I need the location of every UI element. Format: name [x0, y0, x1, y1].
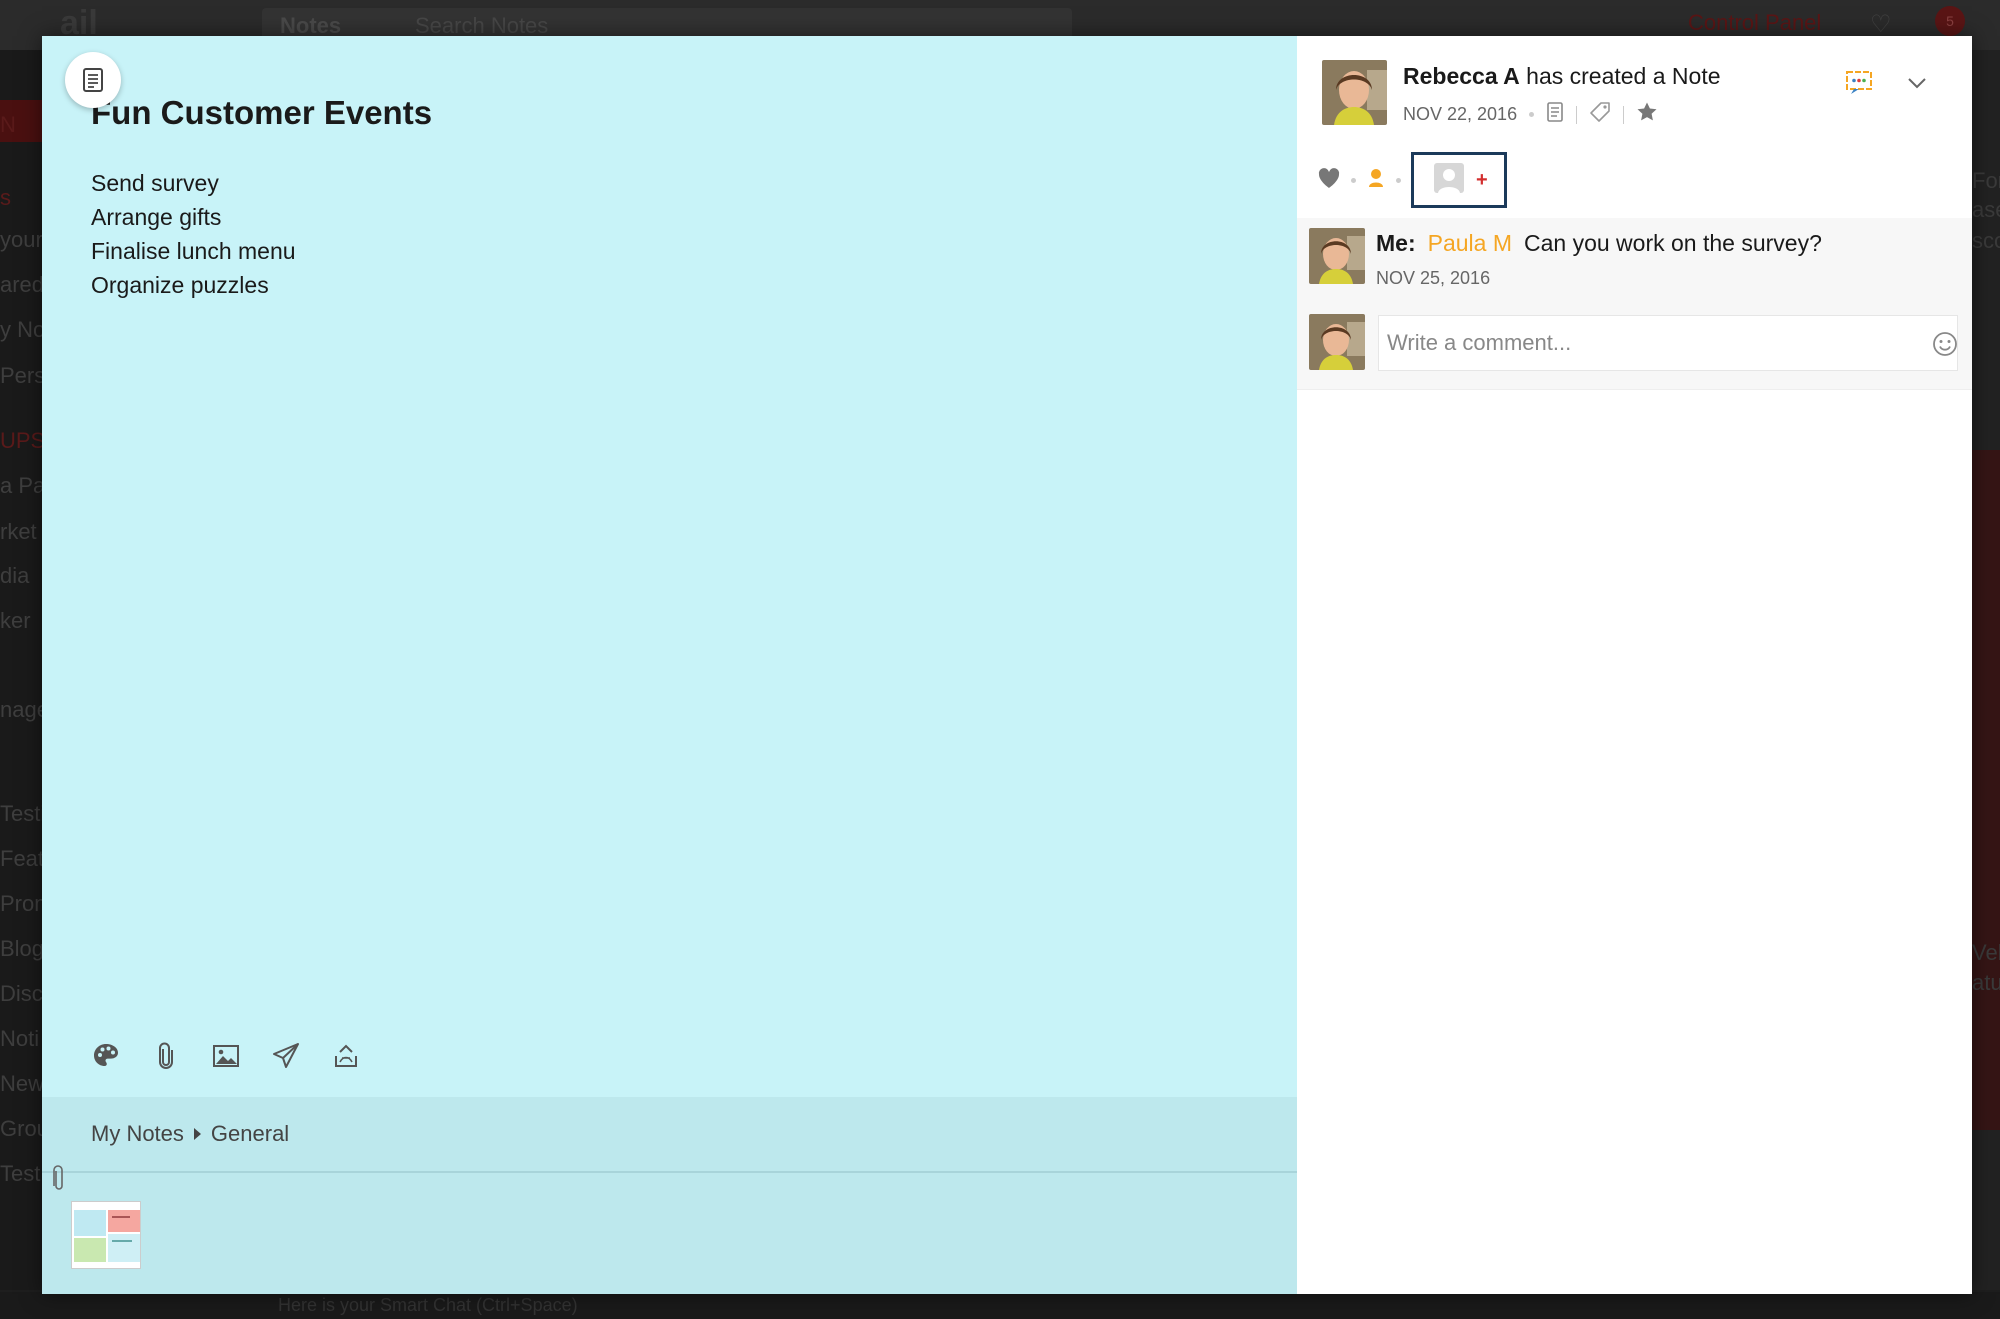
background-sidebar-item: New	[0, 1071, 42, 1096]
attach-icon[interactable]	[151, 1041, 181, 1071]
user-placeholder-icon	[1434, 162, 1464, 198]
background-sidebar-item: s	[0, 185, 11, 210]
background-right-text: atu	[1972, 970, 2000, 995]
separator-dot	[1351, 177, 1356, 183]
emoji-icon[interactable]	[1932, 331, 1958, 362]
background-sidebar-item: ker	[0, 608, 31, 633]
background-bottom-bar: Here is your Smart Chat (Ctrl+Space)	[0, 1292, 2000, 1319]
mention-link[interactable]: Paula M	[1428, 230, 1512, 256]
comment-author: Me:	[1376, 230, 1416, 256]
chat-share-icon[interactable]	[1845, 70, 1873, 101]
separator-dot	[1529, 112, 1535, 117]
background-sidebar-item: youri	[0, 227, 42, 252]
activity-actions: +	[1317, 152, 1507, 208]
separator-bar	[1576, 105, 1578, 124]
activity-title: Rebecca A has created a Note	[1403, 63, 1721, 90]
background-sidebar-item: UPS	[0, 428, 42, 453]
heart-icon: ♡	[1870, 11, 1892, 38]
background-sidebar-item: Blog	[0, 936, 42, 961]
star-icon[interactable]	[1636, 101, 1658, 128]
add-assignee-button[interactable]: +	[1411, 152, 1507, 208]
background-sidebar-item: Testi	[0, 801, 42, 826]
note-type-icon	[65, 52, 121, 108]
note-line[interactable]: Organize puzzles	[91, 268, 296, 302]
caret-right-icon	[193, 1128, 201, 1140]
background-sidebar-item: dia	[0, 563, 30, 588]
comment-body: Can you work on the survey?	[1524, 230, 1822, 256]
comment-composer	[1297, 302, 1972, 390]
tag-icon[interactable]	[1589, 101, 1611, 128]
background-sidebar-item: Prom	[0, 891, 42, 916]
background-sidebar-item: Grou	[0, 1116, 42, 1141]
note-footer: My Notes General	[42, 1097, 1297, 1294]
image-icon[interactable]	[211, 1041, 241, 1071]
comment-text: Me: Paula M Can you work on the survey?	[1376, 230, 1822, 257]
attachment-thumbnail[interactable]	[71, 1201, 141, 1269]
note-line[interactable]: Arrange gifts	[91, 200, 296, 234]
activity-panel: Rebecca A has created a Note NOV 22, 201…	[1297, 36, 1972, 1294]
background-sidebar-item: y Not	[0, 317, 42, 342]
chevron-down-icon[interactable]	[1907, 76, 1927, 95]
like-heart-icon[interactable]	[1317, 167, 1341, 194]
note-line[interactable]: Finalise lunch menu	[91, 234, 296, 268]
background-sidebar-item: Noti	[0, 1026, 40, 1051]
breadcrumb-root[interactable]: My Notes	[91, 1121, 184, 1147]
background-right-text: ase	[1972, 197, 2000, 222]
note-modal: Fun Customer Events Send survey Arrange …	[42, 36, 1972, 1294]
comment-input[interactable]	[1378, 315, 1958, 371]
note-title[interactable]: Fun Customer Events	[91, 94, 432, 132]
note-line[interactable]: Send survey	[91, 166, 296, 200]
paperclip-icon	[51, 1165, 67, 1198]
background-right-text: Veb	[1972, 940, 2000, 965]
activity-date: NOV 22, 2016	[1403, 104, 1518, 124]
background-sidebar-item: Test	[0, 1161, 41, 1186]
note-panel: Fun Customer Events Send survey Arrange …	[42, 36, 1297, 1294]
background-right-text: For	[1972, 168, 2000, 193]
background-sidebar-item: Feat	[0, 846, 42, 871]
background-sidebar-item: Perso	[0, 363, 42, 388]
comment-item: Me: Paula M Can you work on the survey? NO…	[1297, 218, 1972, 302]
breadcrumb-folder[interactable]: General	[211, 1121, 289, 1147]
background-sidebar-item: nage	[0, 697, 42, 722]
breadcrumb: My Notes General	[91, 1121, 289, 1147]
control-panel-link: Control Panel	[1688, 10, 1822, 35]
background-sidebar-item: N	[0, 112, 16, 137]
background-sidebar-item: ared	[0, 272, 42, 297]
note-toolbar	[91, 1041, 361, 1071]
scan-icon[interactable]	[331, 1041, 361, 1071]
background-right-block	[1972, 450, 2000, 1130]
background-sidebar-item: a Pa	[0, 473, 42, 498]
background-right-text: sco	[1972, 228, 2000, 253]
separator-dot	[1396, 177, 1401, 183]
plus-icon: +	[1476, 168, 1488, 191]
background-sidebar-item: Disc	[0, 981, 42, 1006]
assigned-user-icon[interactable]	[1366, 167, 1386, 194]
smart-chat-hint: Here is your Smart Chat (Ctrl+Space)	[278, 1295, 578, 1315]
note-body[interactable]: Send survey Arrange gifts Finalise lunch…	[91, 166, 296, 302]
footer-divider	[42, 1171, 1297, 1173]
author-name[interactable]: Rebecca A	[1403, 63, 1520, 89]
comment-date: NOV 25, 2016	[1376, 268, 1491, 288]
author-avatar[interactable]	[1322, 60, 1387, 125]
background-sidebar-item: rket	[0, 519, 37, 544]
activity-action: has created a Note	[1526, 63, 1721, 89]
note-icon[interactable]	[1546, 102, 1564, 127]
palette-icon[interactable]	[91, 1041, 121, 1071]
separator-bar	[1623, 105, 1625, 124]
notification-badge: 5	[1935, 6, 1965, 36]
my-avatar	[1309, 314, 1365, 370]
commenter-avatar[interactable]	[1309, 228, 1365, 284]
send-icon[interactable]	[271, 1041, 301, 1071]
activity-meta: NOV 22, 2016	[1403, 101, 1658, 128]
